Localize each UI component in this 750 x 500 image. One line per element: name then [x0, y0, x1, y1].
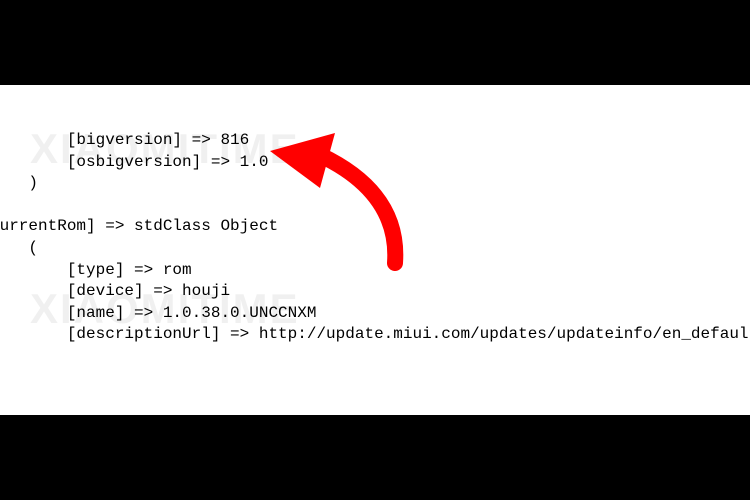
code-line: [descriptionUrl] => http://update.miui.c…	[0, 325, 750, 343]
code-line: )	[0, 174, 38, 192]
code-line: [type] => rom	[0, 261, 192, 279]
code-block: [bigversion] => 816 [osbigversion] => 1.…	[0, 130, 750, 346]
code-line: CurrentRom] => stdClass Object	[0, 217, 278, 235]
code-line: [name] => 1.0.38.0.UNCCNXM	[0, 304, 316, 322]
code-line: [osbigversion] => 1.0	[0, 153, 268, 171]
screenshot-frame: XIAOMITIME XIAOMITIME [bigversion] => 81…	[0, 85, 750, 415]
code-line: (	[0, 239, 38, 257]
code-line: [device] => houji	[0, 282, 230, 300]
code-line: [bigversion] => 816	[0, 131, 249, 149]
